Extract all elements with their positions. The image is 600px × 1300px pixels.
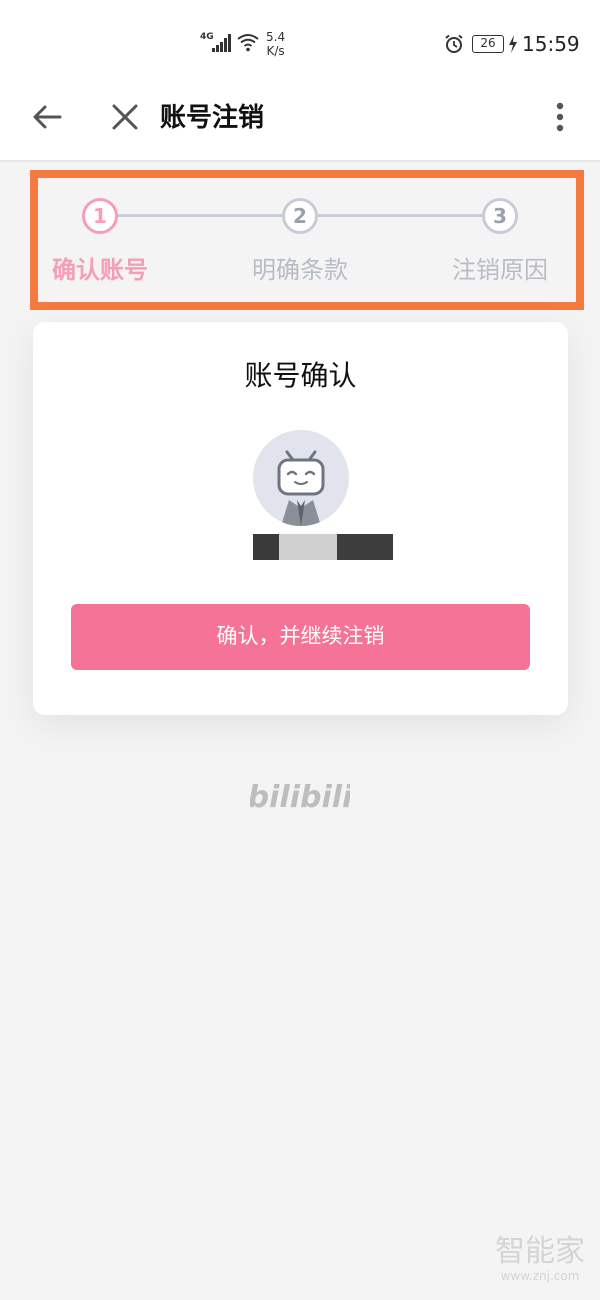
watermark-url: www.znj.com [500,1269,580,1283]
step-1-label: 确认账号 [52,256,148,284]
svg-text:bilibili: bilibili [250,780,350,815]
step-2-label: 明确条款 [252,256,348,284]
watermark-name: 智能家 [495,1234,585,1269]
network-type: 4G [200,32,214,42]
bolt-icon [509,35,517,53]
wifi-icon [237,34,259,52]
status-bar: 4G 5.4 K/s 26 15:59 [0,0,600,80]
username-redacted [253,534,393,560]
step-indicator: 1 2 3 确认账号 明确条款 注销原因 [30,170,584,310]
close-icon[interactable] [108,100,142,134]
more-vertical-icon[interactable] [550,100,570,134]
watermark: 智能家 www.znj.com [488,1235,592,1291]
speed-unit: K/s [266,44,285,58]
tv-mascot-icon [277,450,325,526]
step-3-label: 注销原因 [452,256,548,284]
navigation-bar: 账号注销 [0,80,600,162]
confirm-continue-button[interactable]: 确认，并继续注销 [71,604,530,670]
step-2-circle: 2 [282,198,318,234]
clock: 15:59 [522,32,580,56]
speed-value: 5.4 [266,30,286,44]
step-connector [118,214,286,217]
avatar [253,430,349,526]
arrow-left-icon[interactable] [30,100,64,134]
network-speed: 5.4 K/s [266,30,285,58]
page-title: 账号注销 [160,103,265,133]
step-connector [318,214,486,217]
battery-level: 26 [472,35,504,53]
cellular-signal-icon: 4G [200,32,232,52]
account-confirm-card: 账号确认 确认，并继续注销 [33,322,568,715]
bilibili-logo: bilibili [250,780,350,815]
step-3-circle: 3 [482,198,518,234]
alarm-icon [445,34,463,53]
card-title: 账号确认 [244,359,357,392]
step-1-circle: 1 [82,198,118,234]
